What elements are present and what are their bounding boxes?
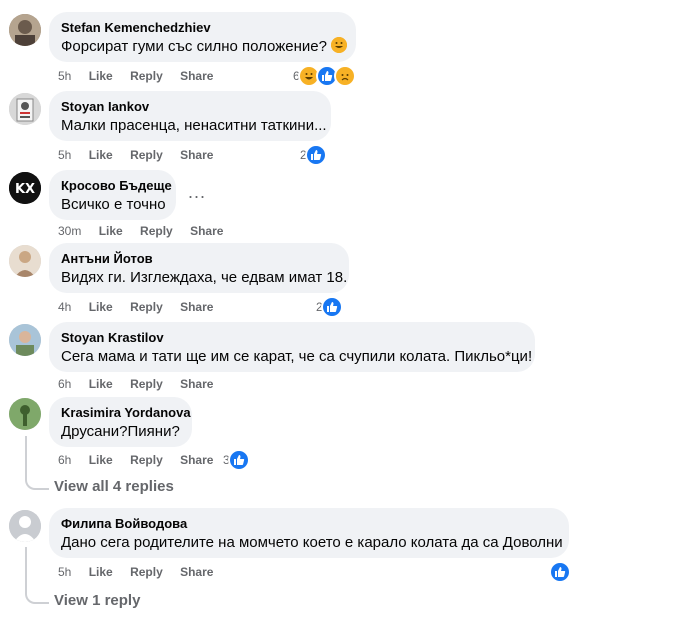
like-button[interactable]: Like — [89, 376, 113, 392]
share-button[interactable]: Share — [180, 68, 213, 84]
reply-button[interactable]: Reply — [130, 147, 163, 163]
comment-bubble: Филипа Войводова Дано сега родителите на… — [49, 508, 569, 558]
avatar[interactable] — [9, 245, 41, 277]
comment-author[interactable]: Антъни Йотов — [61, 251, 337, 267]
comment-actions: 5h Like Reply Share — [58, 68, 227, 84]
timestamp[interactable]: 6h — [58, 452, 71, 468]
view-replies-link[interactable]: View all 4 replies — [54, 478, 174, 495]
comment-author[interactable]: Stefan Kemenchedzhiev — [61, 20, 344, 36]
avatar[interactable] — [9, 14, 41, 46]
share-button[interactable]: Share — [180, 147, 213, 163]
reaction-summary[interactable]: 3 — [223, 449, 250, 471]
share-button[interactable]: Share — [180, 452, 213, 468]
reaction-summary[interactable]: 6 — [293, 65, 356, 87]
reaction-summary[interactable] — [549, 561, 571, 583]
comment-bubble: Кросово Бъдеще Всичко е точно — [49, 170, 176, 220]
comment-text: Сега мама и тати ще им се карат, че са с… — [61, 348, 533, 365]
comment-author[interactable]: Кросово Бъдеще — [61, 178, 172, 194]
comment-text: Всичко е точно — [61, 196, 166, 213]
reaction-summary[interactable]: 2 — [316, 296, 343, 318]
comment-bubble: Антъни Йотов Видях ги. Изглеждаха, че ед… — [49, 243, 349, 293]
reply-thread-line — [25, 436, 49, 490]
comment-actions: 6h Like Reply Share — [58, 376, 227, 392]
comment-bubble: Krasimira Yordanova Друсани?Пияни? — [49, 397, 192, 447]
comment-actions: 6h Like Reply Share — [58, 452, 227, 468]
comment-author[interactable]: Krasimira Yordanova — [61, 405, 191, 421]
timestamp[interactable]: 6h — [58, 376, 71, 392]
comment-text: Дано сега родителите на момчето което е … — [61, 534, 563, 551]
comment-text: Друсани?Пияни? — [61, 423, 180, 440]
more-options-button[interactable]: ... — [188, 182, 206, 203]
share-button[interactable]: Share — [180, 564, 213, 580]
comment-author[interactable]: Филипа Войводова — [61, 516, 557, 532]
grinning-emoji-icon — [331, 37, 348, 53]
comment-author[interactable]: Stoyan Iankov — [61, 99, 319, 115]
like-reaction-icon — [227, 449, 250, 471]
timestamp[interactable]: 5h — [58, 147, 71, 163]
share-button[interactable]: Share — [190, 223, 223, 239]
comment-text: Малки прасенца, ненаситни таткини... — [61, 117, 327, 134]
avatar[interactable] — [9, 93, 41, 125]
like-reaction-icon — [549, 561, 571, 583]
avatar[interactable] — [9, 324, 41, 356]
comment-actions: 30m Like Reply Share — [58, 223, 237, 239]
like-button[interactable]: Like — [89, 564, 113, 580]
like-button[interactable]: Like — [89, 452, 113, 468]
reply-button[interactable]: Reply — [130, 564, 163, 580]
comment-text: Видях ги. Изглеждаха, че едвам имат 18. — [61, 269, 348, 286]
avatar[interactable] — [9, 398, 41, 430]
avatar[interactable] — [9, 510, 41, 542]
reaction-summary[interactable]: 2 — [300, 144, 327, 166]
comment-bubble: Stoyan Iankov Малки прасенца, ненаситни … — [49, 91, 331, 141]
comment-bubble: Stoyan Krastilov Сега мама и тати ще им … — [49, 322, 535, 372]
svg-text:KX: KX — [15, 182, 35, 197]
like-button[interactable]: Like — [99, 223, 123, 239]
share-button[interactable]: Share — [180, 299, 213, 315]
like-button[interactable]: Like — [89, 68, 113, 84]
like-button[interactable]: Like — [89, 147, 113, 163]
timestamp[interactable]: 5h — [58, 68, 71, 84]
share-button[interactable]: Share — [180, 376, 213, 392]
like-button[interactable]: Like — [89, 299, 113, 315]
reply-button[interactable]: Reply — [130, 452, 163, 468]
like-reaction-icon — [320, 296, 343, 318]
comment-author[interactable]: Stoyan Krastilov — [61, 330, 523, 346]
view-replies-link[interactable]: View 1 reply — [54, 592, 140, 609]
sad-reaction-icon — [333, 65, 356, 87]
avatar[interactable]: KX — [9, 172, 41, 204]
timestamp[interactable]: 30m — [58, 223, 81, 239]
timestamp[interactable]: 5h — [58, 564, 71, 580]
reply-thread-line — [25, 547, 49, 604]
timestamp[interactable]: 4h — [58, 299, 71, 315]
reply-button[interactable]: Reply — [140, 223, 173, 239]
comment-actions: 5h Like Reply Share — [58, 147, 227, 163]
reply-button[interactable]: Reply — [130, 68, 163, 84]
reply-button[interactable]: Reply — [130, 376, 163, 392]
comment-actions: 5h Like Reply Share — [58, 564, 227, 580]
reply-button[interactable]: Reply — [130, 299, 163, 315]
comment-actions: 4h Like Reply Share — [58, 299, 227, 315]
like-reaction-icon — [304, 144, 327, 166]
comment-text: Форсират гуми със силно положение? — [61, 37, 348, 57]
comment-bubble: Stefan Kemenchedzhiev Форсират гуми със … — [49, 12, 356, 62]
